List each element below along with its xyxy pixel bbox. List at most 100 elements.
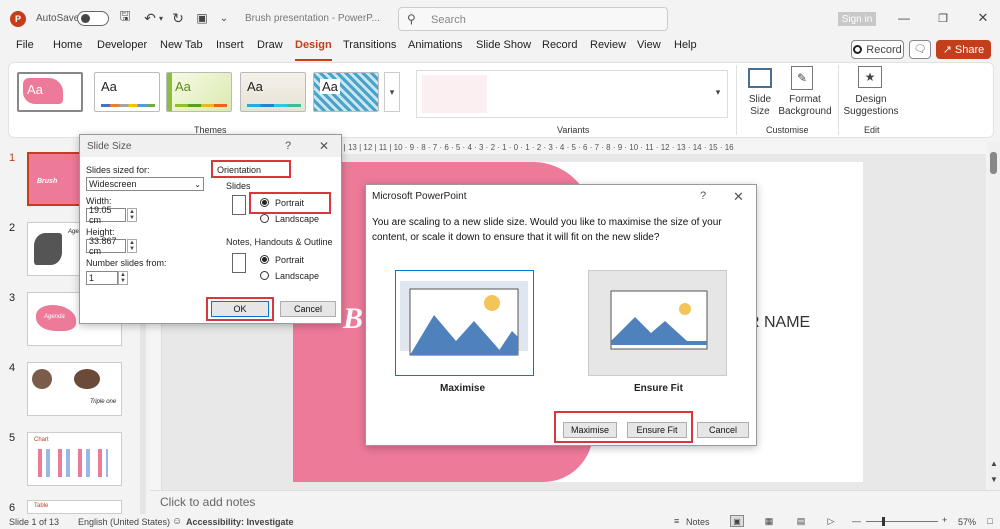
number-slides-from-input[interactable]: 1 [86,271,118,285]
notes-portrait-radio[interactable]: Portrait [260,255,304,267]
help-icon[interactable]: ? [700,190,706,202]
notes-landscape-radio[interactable]: Landscape [260,271,319,283]
slide-size-icon[interactable] [748,68,772,88]
format-background-button[interactable]: Format Background [778,94,832,118]
vertical-scrollbar[interactable]: ▲ ▼ [988,142,1000,490]
record-button[interactable]: Record [851,40,904,59]
help-icon[interactable]: ? [285,140,291,152]
tab-transitions[interactable]: Transitions [343,39,396,61]
autosave-toggle[interactable] [77,11,109,26]
design-suggestions-button[interactable]: Design Suggestions [842,94,900,118]
slide-thumbnail-5[interactable]: Chart [27,432,122,486]
zoom-level[interactable]: 57% [958,517,976,527]
ensure-fit-button[interactable]: Ensure Fit [627,422,687,438]
slide-number: 1 [9,152,16,164]
notes-pane[interactable]: Click to add notes [150,490,1000,512]
present-icon[interactable]: ▣ [194,10,210,26]
fit-to-window-icon[interactable]: □ [984,515,996,527]
slide-number: 6 [9,502,16,514]
slide-thumbnail-4[interactable]: Triple one [27,362,122,416]
slide-sorter-icon[interactable]: ▦ [762,515,776,527]
tab-insert[interactable]: Insert [216,39,244,61]
ok-button[interactable]: OK [211,301,269,317]
tab-view[interactable]: View [637,39,661,61]
width-input[interactable]: 19.05 cm [86,205,126,225]
close-icon[interactable]: ✕ [976,10,990,26]
share-button[interactable]: ↗ Share [936,40,991,59]
design-ideas-icon[interactable]: ★ [858,66,882,88]
document-title: Brush presentation - PowerP... [245,13,380,24]
slides-portrait-radio[interactable]: Portrait [260,198,304,210]
number-spinner[interactable]: ▲ ▼ [118,271,128,285]
theme-office[interactable]: Aa [94,72,160,112]
powerpoint-logo-icon: P [10,11,26,27]
zoom-out-icon[interactable]: — [852,516,861,526]
slides-sized-for-value: Widescreen [89,179,137,189]
comments-icon[interactable]: 🗨 [909,40,931,59]
tab-home[interactable]: Home [53,39,82,61]
sign-in-button[interactable]: Sign in [838,12,876,26]
format-background-icon[interactable]: ✎ [791,66,813,90]
tab-file[interactable]: File [16,39,34,61]
theme-facet[interactable]: Aa [166,72,232,112]
maximise-button[interactable]: Maximise [563,422,617,438]
ensure-fit-caption: Ensure Fit [634,383,683,394]
tab-animations[interactable]: Animations [408,39,462,61]
tab-help[interactable]: Help [674,39,697,61]
slides-sized-for-select[interactable]: Widescreen ⌄ [86,177,204,191]
next-slide-icon[interactable]: ▼ [988,474,1000,484]
portrait-label: Portrait [275,198,305,208]
maximise-caption: Maximise [440,383,486,394]
language[interactable]: English (United States) [78,517,170,527]
tab-draw[interactable]: Draw [257,39,283,61]
tab-slide-show[interactable]: Slide Show [476,39,531,61]
slide-number: 3 [9,292,16,304]
tab-design[interactable]: Design [295,39,332,61]
autosave-label: AutoSave [36,13,80,24]
restore-icon[interactable]: ❐ [936,10,950,26]
close-icon[interactable]: ✕ [319,139,329,153]
height-input[interactable]: 33.867 cm [86,236,126,256]
tab-review[interactable]: Review [590,39,626,61]
variants-group-label: Variants [557,125,590,135]
zoom-slider[interactable] [866,517,938,526]
slideshow-view-icon[interactable]: ▷ [824,515,838,527]
normal-view-icon[interactable]: ▣ [730,515,744,527]
undo-dropdown-icon[interactable]: ▾ [156,10,166,26]
theme-ion[interactable]: Aa [313,72,379,112]
search-box[interactable]: ⚲ Search [398,7,668,31]
theme-integral[interactable]: Aa [240,72,306,112]
slide-size-button[interactable]: Slide Size [748,94,772,118]
search-icon: ⚲ [407,12,416,26]
minimize-icon[interactable]: — [897,10,911,26]
save-icon[interactable]: 🖫 [117,8,133,26]
tab-developer[interactable]: Developer [97,39,147,61]
cancel-button[interactable]: Cancel [280,301,336,317]
maximise-option[interactable] [395,270,534,376]
landscape-label: Landscape [275,214,320,224]
theme-brush[interactable]: Aa [17,72,83,112]
tab-record[interactable]: Record [542,39,577,61]
cancel-button[interactable]: Cancel [697,422,749,438]
close-icon[interactable]: ✕ [733,189,744,205]
width-spinner[interactable]: ▲ ▼ [127,208,137,222]
variants-gallery[interactable] [416,70,728,118]
slide-thumbnail-6[interactable]: Table [27,500,122,514]
number-slides-from-value: 1 [89,273,95,283]
theme-text: Aa [247,79,263,94]
ensure-fit-option[interactable] [588,270,727,376]
prev-slide-icon[interactable]: ▲ [988,458,1000,468]
notes-toggle[interactable]: Notes [686,517,710,527]
slides-sized-for-label: Slides sized for: [86,165,150,175]
zoom-in-icon[interactable]: + [942,515,947,525]
tab-new-tab[interactable]: New Tab [160,39,203,61]
height-spinner[interactable]: ▲ ▼ [127,239,137,253]
variants-more-icon[interactable]: ▾ [710,72,726,112]
themes-more-icon[interactable]: ▾ [384,72,400,112]
customize-qat-icon[interactable]: ⌄ [218,10,230,26]
accessibility-status[interactable]: Accessibility: Investigate [186,517,294,527]
slides-landscape-radio[interactable]: Landscape [260,214,319,226]
reading-view-icon[interactable]: ▤ [794,515,808,527]
redo-icon[interactable]: ↻ [170,10,186,26]
presenter-name: R NAME [748,314,811,331]
